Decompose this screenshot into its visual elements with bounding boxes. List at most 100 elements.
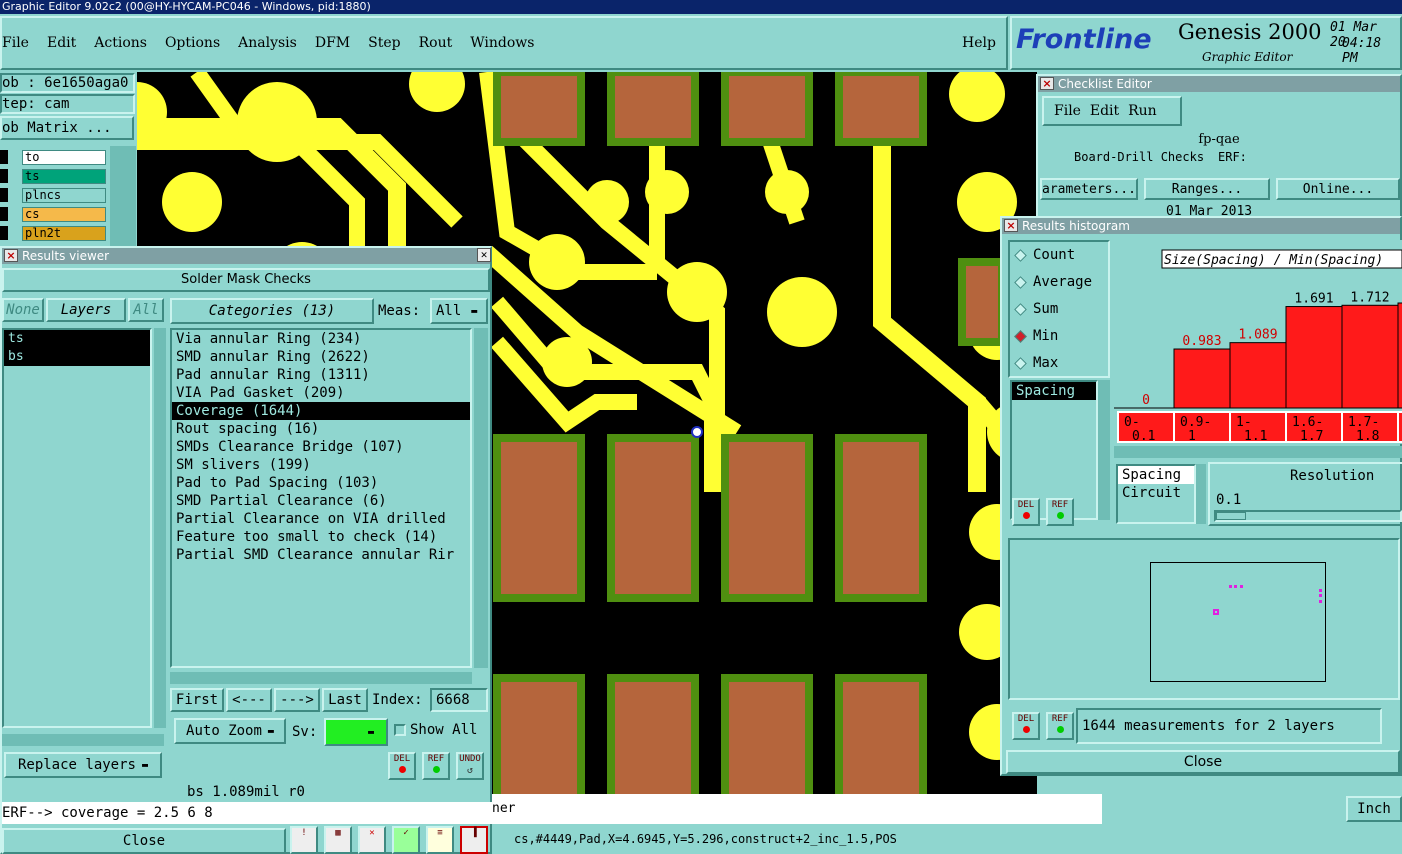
category-item[interactable]: SM slivers (199)	[172, 456, 470, 474]
category-item[interactable]: Via annular Ring (234)	[172, 330, 470, 348]
histogram-bar[interactable]	[1173, 348, 1231, 409]
none-button[interactable]: None	[2, 298, 44, 322]
category-item[interactable]: Partial Clearance on VIA drilled	[172, 510, 470, 528]
layer-toggle[interactable]	[0, 150, 8, 164]
next-button[interactable]: --->	[274, 688, 320, 712]
close-button[interactable]: Close	[2, 828, 286, 854]
mode-option[interactable]: Max	[1010, 350, 1108, 377]
document-icon[interactable]: ≡	[426, 826, 454, 854]
overview-frame[interactable]	[1150, 562, 1326, 682]
mode-option[interactable]: Sum	[1010, 296, 1108, 323]
layers-scrollbar[interactable]	[110, 146, 136, 250]
cross-icon[interactable]: ✕	[358, 826, 386, 854]
menu-rout[interactable]: Rout	[419, 35, 453, 51]
layer-toggle[interactable]	[0, 207, 8, 221]
ranges-button[interactable]: Ranges...	[1144, 178, 1270, 200]
index-input[interactable]: 6668	[430, 688, 488, 712]
replace-layers-dropdown[interactable]: Replace layers ▬	[4, 752, 162, 778]
menu-help[interactable]: Help	[962, 18, 996, 68]
mode-option[interactable]: Min	[1010, 323, 1108, 350]
menu-step[interactable]: Step	[368, 35, 400, 51]
category-item[interactable]: Feature too small to check (14)	[172, 528, 470, 546]
sv-dropdown[interactable]: ▬	[324, 718, 388, 746]
type-list[interactable]: Spacing Circuit	[1116, 464, 1196, 524]
type-scrollbar[interactable]	[1196, 464, 1206, 524]
prev-button[interactable]: <---	[226, 688, 272, 712]
layer-toggle[interactable]	[0, 188, 8, 202]
hist-ref-button-2[interactable]: REF	[1046, 712, 1074, 740]
online-button[interactable]: Online...	[1276, 178, 1400, 200]
list-item[interactable]: Spacing	[1012, 382, 1096, 400]
checklist-menu-run[interactable]: Run	[1128, 103, 1157, 119]
layers-list[interactable]: ts bs	[2, 328, 152, 728]
category-item[interactable]: VIA Pad Gasket (209)	[172, 384, 470, 402]
menu-options[interactable]: Options	[165, 35, 220, 51]
close-icon[interactable]: ×	[1040, 77, 1054, 90]
layer-button[interactable]: to	[22, 150, 106, 165]
units-button[interactable]: Inch	[1346, 796, 1402, 822]
menu-analysis[interactable]: Analysis	[238, 35, 297, 51]
job-matrix-button[interactable]: ob Matrix ...	[0, 116, 134, 140]
categories-button[interactable]: Categories (13)	[170, 298, 374, 324]
mode-option[interactable]: Average	[1010, 269, 1108, 296]
categories-list[interactable]: Via annular Ring (234) SMD annular Ring (…	[170, 328, 472, 668]
category-item[interactable]: Partial SMD Clearance annular Rir	[172, 546, 470, 564]
chart-hscroll[interactable]	[1114, 446, 1402, 458]
checklist-menu-file[interactable]: File	[1054, 103, 1081, 119]
list-item[interactable]: Spacing	[1118, 466, 1194, 484]
close-icon[interactable]: ×	[4, 249, 18, 262]
undo-button[interactable]: UNDO ↺	[456, 752, 484, 780]
last-button[interactable]: Last	[322, 688, 368, 712]
slider-handle[interactable]	[1216, 512, 1246, 520]
hist-del-button[interactable]: DEL	[1012, 498, 1040, 526]
menu-actions[interactable]: Actions	[94, 35, 147, 51]
menu-dfm[interactable]: DFM	[315, 35, 350, 51]
check-icon[interactable]: ✓	[392, 826, 420, 854]
layer-toggle[interactable]	[0, 169, 8, 183]
category-cell[interactable]	[1397, 411, 1402, 443]
layer-button[interactable]: cs	[22, 207, 106, 222]
measure-scrollbar[interactable]	[1098, 380, 1110, 520]
chart-icon[interactable]: ▦	[324, 826, 352, 854]
layer-button[interactable]: plncs	[22, 188, 106, 203]
menu-edit[interactable]: Edit	[47, 35, 76, 51]
close-icon[interactable]: ×	[1004, 219, 1018, 232]
parameters-button[interactable]: arameters...	[1040, 178, 1138, 200]
category-item[interactable]: Pad to Pad Spacing (103)	[172, 474, 470, 492]
ref-button[interactable]: REF	[422, 752, 450, 780]
histogram-icon[interactable]: ▐	[460, 826, 488, 854]
list-item[interactable]: ts	[4, 330, 150, 348]
hist-del-button-2[interactable]: DEL	[1012, 712, 1040, 740]
category-item[interactable]: Coverage (1644)	[172, 402, 470, 420]
category-item[interactable]: SMD annular Ring (2622)	[172, 348, 470, 366]
categories-scrollbar[interactable]	[474, 328, 488, 668]
layer-toggle[interactable]	[0, 226, 8, 240]
histogram-bar[interactable]	[1229, 342, 1287, 409]
layers-scrollbar[interactable]	[154, 328, 166, 728]
mode-option[interactable]: Count	[1010, 242, 1108, 269]
del-button[interactable]: DEL	[388, 752, 416, 780]
category-item[interactable]: SMDs Clearance Bridge (107)	[172, 438, 470, 456]
meas-dropdown[interactable]: All ▬	[430, 298, 488, 324]
list-item[interactable]: bs	[4, 348, 150, 366]
hist-ref-button[interactable]: REF	[1046, 498, 1074, 526]
histogram-close-button[interactable]: Close	[1006, 750, 1400, 774]
window-close-icon[interactable]: ✕	[477, 248, 491, 262]
layers-hscroll[interactable]	[2, 734, 164, 746]
first-button[interactable]: First	[170, 688, 224, 712]
menu-file[interactable]: File	[2, 35, 29, 51]
list-item[interactable]: Circuit	[1118, 484, 1194, 502]
checklist-menu-edit[interactable]: Edit	[1090, 103, 1119, 119]
resolution-slider[interactable]	[1214, 510, 1402, 522]
layer-button[interactable]: pln2t	[22, 226, 106, 241]
auto-zoom-dropdown[interactable]: Auto Zoom ▬	[174, 718, 286, 744]
category-item[interactable]: Rout spacing (16)	[172, 420, 470, 438]
histogram-bar[interactable]	[1285, 306, 1343, 409]
category-item[interactable]: SMD Partial Clearance (6)	[172, 492, 470, 510]
layers-button[interactable]: Layers	[46, 298, 126, 322]
category-item[interactable]: Pad annular Ring (1311)	[172, 366, 470, 384]
categories-hscroll[interactable]	[170, 672, 472, 684]
all-button[interactable]: All	[128, 298, 164, 322]
menu-windows[interactable]: Windows	[470, 35, 534, 51]
layer-button[interactable]: ts	[22, 169, 106, 184]
